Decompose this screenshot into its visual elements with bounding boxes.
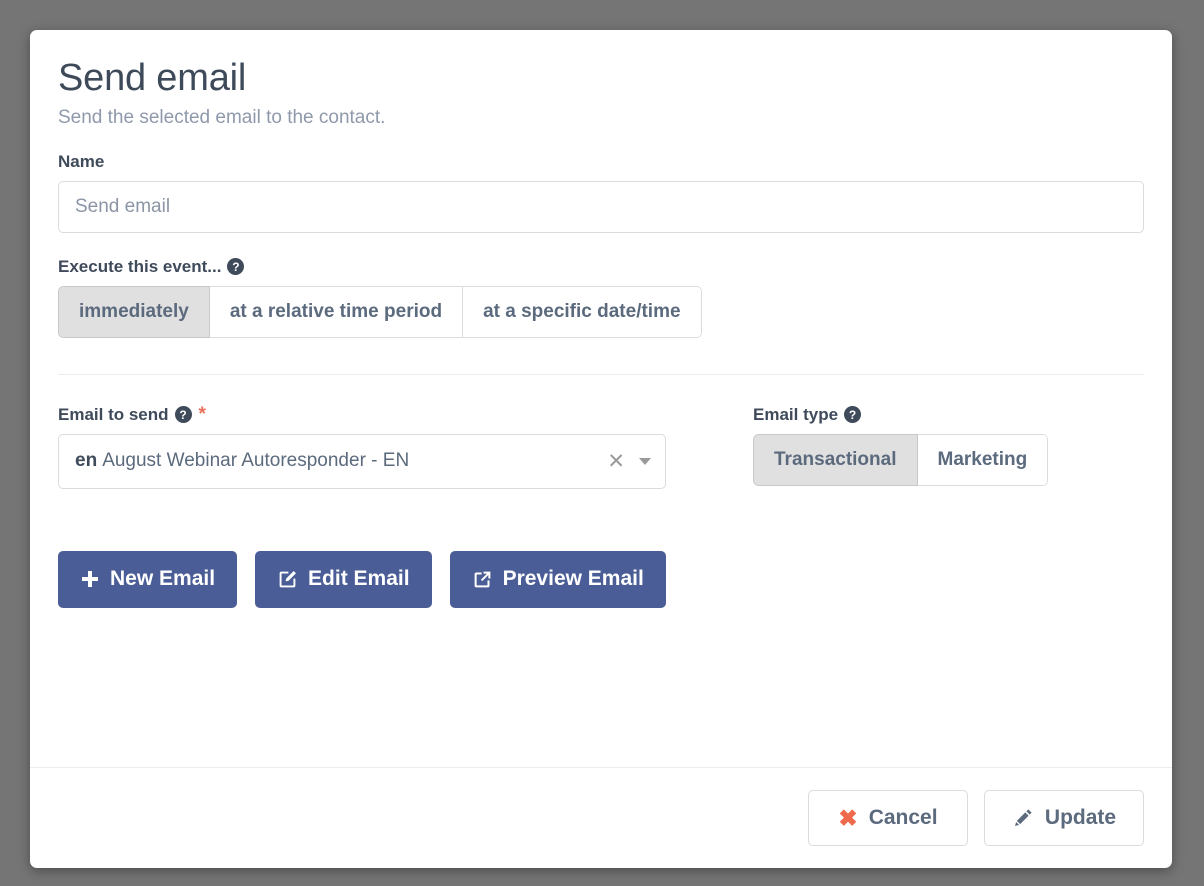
pencil-icon [1014, 809, 1032, 826]
name-field-label: Name [58, 152, 1144, 172]
modal-body: Send email Send the selected email to th… [30, 30, 1172, 767]
execute-event-label: Execute this event... ? [58, 257, 1144, 277]
segment-transactional-label: Transactional [774, 448, 897, 470]
new-email-button[interactable]: New Email [58, 550, 238, 608]
external-link-icon [474, 571, 490, 587]
email-type-label-text: Email type [753, 404, 839, 424]
required-marker: * [198, 404, 206, 426]
email-action-buttons: New Email Edit Email Preview Email [58, 550, 1144, 638]
chevron-down-icon[interactable] [639, 457, 651, 465]
email-type-group: Email type ? Transactional Marketing [723, 405, 1144, 489]
preview-email-button[interactable]: Preview Email [449, 550, 666, 608]
help-circle-icon[interactable]: ? [174, 406, 192, 424]
update-button[interactable]: Update [984, 790, 1144, 846]
email-to-send-selected-text: August Webinar Autoresponder - EN [102, 450, 410, 472]
plus-icon [82, 571, 98, 588]
x-mark-icon: ✖ [838, 804, 858, 831]
execute-timing-segmented-control: immediately at a relative time period at… [58, 285, 702, 338]
email-language-badge: en [75, 450, 98, 472]
segment-relative-time-label: at a relative time period [229, 300, 443, 322]
edit-email-button[interactable]: Edit Email [255, 550, 432, 608]
section-divider [58, 373, 1144, 375]
name-label-text: Name [58, 151, 105, 171]
cancel-button[interactable]: ✖ Cancel [808, 790, 968, 846]
segment-transactional[interactable]: Transactional [753, 433, 918, 486]
modal-footer: ✖ Cancel Update [30, 767, 1172, 868]
email-type-segmented-control: Transactional Marketing [753, 433, 1049, 486]
help-circle-icon[interactable]: ? [844, 406, 862, 424]
cancel-label: Cancel [868, 806, 938, 829]
segment-relative-time[interactable]: at a relative time period [209, 285, 464, 338]
segment-immediately-label: immediately [79, 300, 189, 322]
email-type-label: Email type ? [753, 405, 1144, 425]
name-input[interactable] [58, 180, 1144, 233]
segment-immediately[interactable]: immediately [58, 285, 210, 338]
page-subtitle: Send the selected email to the contact. [58, 106, 386, 128]
send-email-modal: Send email Send the selected email to th… [30, 30, 1172, 868]
help-circle-icon[interactable]: ? [227, 258, 245, 276]
preview-email-label: Preview Email [502, 567, 644, 591]
segment-specific-datetime[interactable]: at a specific date/time [463, 285, 702, 338]
edit-email-label: Edit Email [308, 567, 410, 591]
segment-marketing-label: Marketing [937, 448, 1028, 470]
email-settings-row: Email to send ? * en August Webinar Auto… [58, 405, 1144, 489]
select-icons: ✕ [607, 435, 651, 488]
email-to-send-label: Email to send ? * [58, 405, 723, 425]
update-label: Update [1044, 806, 1117, 829]
email-to-send-group: Email to send ? * en August Webinar Auto… [58, 405, 723, 489]
segment-specific-datetime-label: at a specific date/time [483, 300, 681, 322]
email-to-send-label-text: Email to send [58, 404, 169, 424]
new-email-label: New Email [110, 567, 216, 591]
pencil-square-icon [279, 570, 297, 587]
execute-event-label-text: Execute this event... [58, 256, 222, 276]
email-to-send-selected: en August Webinar Autoresponder - EN [75, 450, 409, 472]
segment-marketing[interactable]: Marketing [917, 433, 1049, 486]
email-to-send-select[interactable]: en August Webinar Autoresponder - EN ✕ [58, 433, 666, 489]
page-title: Send email [58, 57, 247, 99]
clear-x-icon[interactable]: ✕ [607, 451, 625, 472]
